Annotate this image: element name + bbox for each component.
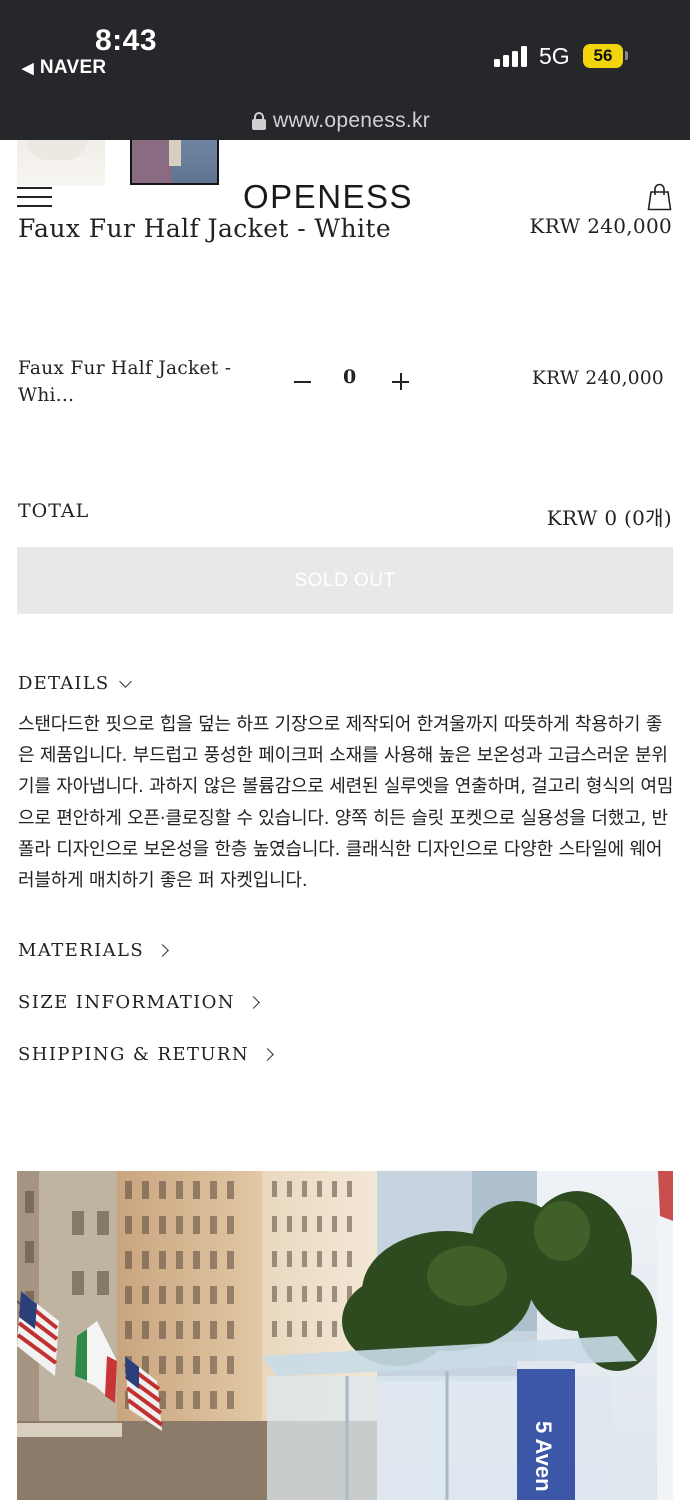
size-information-label: SIZE INFORMATION (18, 992, 235, 1013)
url-bar[interactable]: www.openess.kr (273, 109, 430, 133)
materials-label: MATERIALS (18, 940, 145, 961)
option-price: KRW 240,000 (531, 368, 664, 389)
battery-nub (625, 51, 628, 60)
details-description: 스탠다드한 핏으로 힙을 덮는 하프 기장으로 제작되어 한겨울까지 따뜻하게 … (18, 714, 674, 892)
battery-icon: 56 (583, 44, 623, 68)
chevron-right-icon (156, 944, 170, 957)
shipping-return-label: SHIPPING & RETURN (18, 1044, 250, 1065)
materials-accordion[interactable]: MATERIALS (18, 940, 170, 961)
chevron-down-icon (119, 674, 133, 688)
status-time: 8:43 (95, 24, 158, 57)
product-title: Faux Fur Half Jacket - White (18, 214, 392, 243)
quantity-value[interactable]: 0 (343, 366, 356, 388)
details-heading: DETAILS (18, 673, 110, 694)
lookbook-photo: 5 Aven (17, 1171, 673, 1500)
site-logo[interactable]: OPENESS (243, 178, 413, 216)
network-type: 5G (539, 43, 570, 69)
quantity-increase-button[interactable] (389, 366, 413, 396)
size-information-accordion[interactable]: SIZE INFORMATION (18, 992, 260, 1013)
hamburger-menu-icon[interactable] (17, 187, 52, 207)
total-label: TOTAL (18, 500, 90, 522)
shopping-bag-icon[interactable] (647, 183, 672, 211)
total-value: KRW 0 (0개) (546, 506, 672, 530)
status-bar: 8:43 ◀ NAVER 5G 56 www.openess.kr (0, 0, 690, 140)
shipping-return-accordion[interactable]: SHIPPING & RETURN (18, 1044, 274, 1065)
details-toggle[interactable]: DETAILS (18, 673, 133, 694)
product-thumbnail-2[interactable] (130, 140, 219, 185)
chevron-right-icon (261, 1048, 274, 1061)
chevron-right-icon (247, 996, 260, 1009)
street-scene-image: 5 Aven (17, 1171, 673, 1500)
cellular-signal-icon (494, 45, 530, 67)
product-thumbnail-1[interactable] (17, 140, 105, 186)
option-name: Faux Fur Half Jacket - Whi... (18, 358, 232, 406)
sold-out-button[interactable]: SOLD OUT (17, 547, 673, 614)
lock-icon (252, 112, 266, 130)
product-price: KRW 240,000 (529, 214, 672, 238)
quantity-decrease-button[interactable] (291, 366, 315, 396)
back-to-app-link[interactable]: ◀ NAVER (22, 57, 106, 79)
back-arrow-icon: ◀ (22, 60, 34, 77)
back-app-label: NAVER (39, 57, 107, 78)
street-sign-text: 5 Aven (531, 1421, 556, 1492)
